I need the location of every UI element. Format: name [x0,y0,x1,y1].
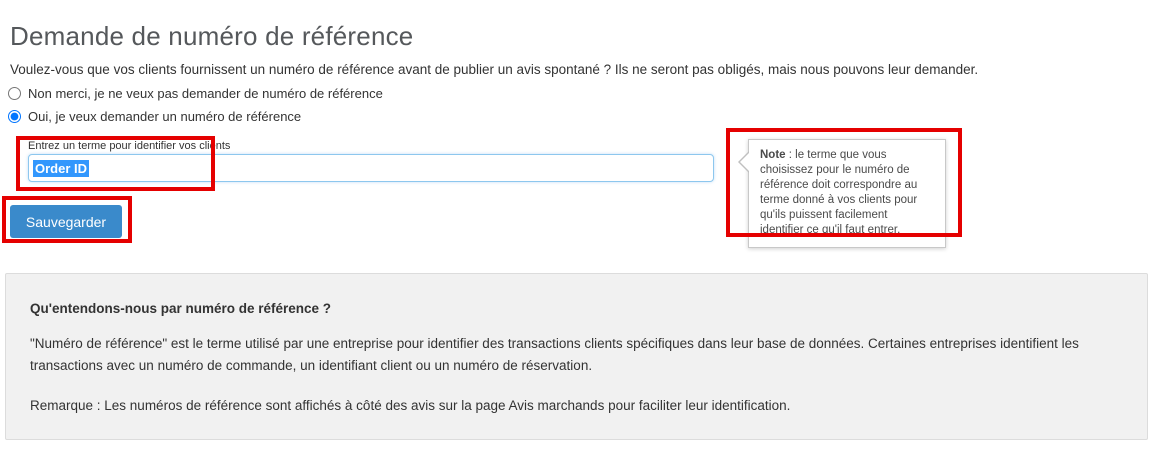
radio-yes-input[interactable] [8,110,21,123]
radio-yes-label: Oui, je veux demander un numéro de référ… [28,109,302,124]
info-panel-paragraph-2: Remarque : Les numéros de référence sont… [30,398,791,414]
radio-option-no[interactable]: Non merci, je ne veux pas demander de nu… [8,86,383,101]
reference-term-input[interactable]: Order ID [28,154,714,182]
radio-no-input[interactable] [8,87,21,100]
intro-text: Voulez-vous que vos clients fournissent … [10,61,979,77]
tooltip-note-label: Note [760,149,786,161]
reference-number-radio-group: Non merci, je ne veux pas demander de nu… [8,86,383,132]
info-panel: Qu'entendons-nous par numéro de référenc… [5,273,1148,440]
info-panel-paragraph-1: "Numéro de référence" est le terme utili… [30,336,1079,373]
tooltip-arrow-icon-fill [740,153,749,171]
radio-option-yes[interactable]: Oui, je veux demander un numéro de référ… [8,109,383,124]
info-panel-heading: Qu'entendons-nous par numéro de référenc… [30,301,332,316]
reference-term-selected-value: Order ID [33,159,90,177]
page-title: Demande de numéro de référence [10,21,414,52]
note-tooltip: Note : le terme que vous choisissez pour… [738,139,946,248]
reference-number-settings-page: Demande de numéro de référence Voulez-vo… [0,0,1159,464]
tooltip-note-body: : le terme que vous choisissez pour le n… [760,149,918,236]
save-button[interactable]: Sauvegarder [10,205,122,238]
reference-term-label: Entrez un terme pour identifier vos clie… [28,140,231,152]
radio-no-label: Non merci, je ne veux pas demander de nu… [28,86,383,101]
